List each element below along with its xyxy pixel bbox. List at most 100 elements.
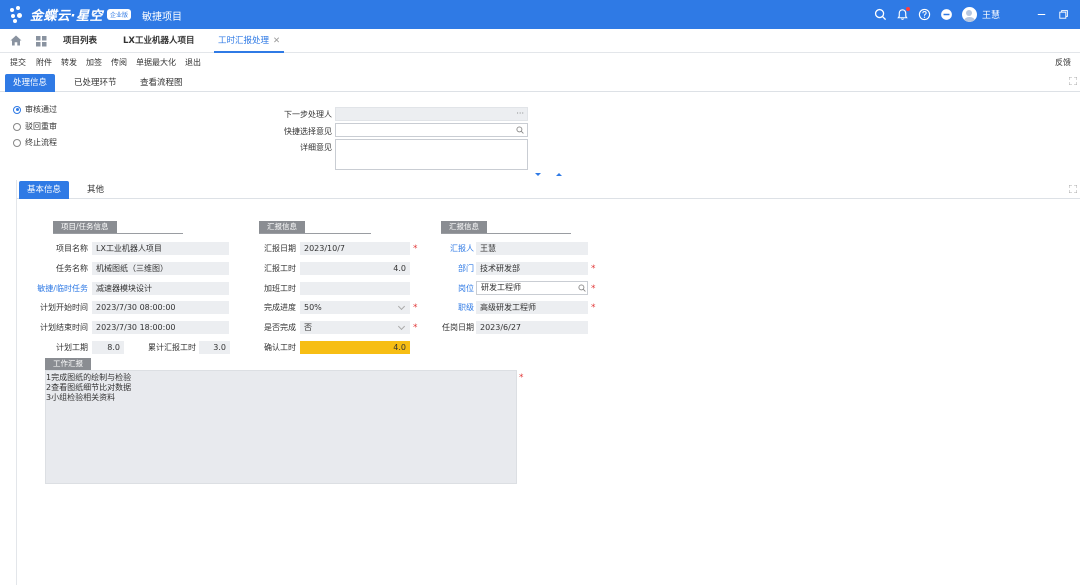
detail-opinion-label: 详细意见 <box>300 143 332 152</box>
search-icon[interactable] <box>870 0 892 29</box>
tab-flow-chart[interactable]: 查看流程图 <box>132 74 191 92</box>
plan-end-value: 2023/7/30 18:00:00 <box>92 321 229 334</box>
next-handler-field[interactable]: ··· <box>335 107 528 121</box>
required-mark: * <box>519 373 524 383</box>
help-icon[interactable] <box>914 0 936 29</box>
brand-logo[interactable]: 金蝶云·星空 企业版 <box>8 5 131 24</box>
total-hours-label: 累计汇报工时 <box>148 343 196 352</box>
project-name-label: 项目名称 <box>56 244 88 253</box>
position-field[interactable]: 研发工程师 <box>476 281 588 295</box>
required-mark: * <box>591 284 596 294</box>
collapse-up-icon[interactable] <box>556 173 562 176</box>
radio-reject-dot[interactable] <box>13 122 21 131</box>
tab-process-info[interactable]: 处理信息 <box>5 74 56 92</box>
done-select[interactable]: 否 <box>300 321 410 334</box>
radio-terminate-label: 终止流程 <box>25 138 57 147</box>
user-name[interactable]: 王慧 <box>982 8 1000 21</box>
group-underline <box>53 233 183 234</box>
left-divider <box>16 180 17 585</box>
radio-reject-label: 驳回重审 <box>25 122 57 131</box>
close-icon[interactable]: ✕ <box>273 36 280 46</box>
rank-label[interactable]: 职级 <box>430 302 474 313</box>
group-reporter-title: 汇报信息 <box>441 221 487 233</box>
expand-icon[interactable] <box>1069 77 1077 85</box>
tab-robot-project[interactable]: LX工业机器人项目 <box>123 29 194 53</box>
radio-terminate-dot[interactable] <box>13 138 21 147</box>
restore-icon[interactable] <box>1052 0 1074 29</box>
submit-button[interactable]: 提交 <box>10 57 26 68</box>
logo-badge: 企业版 <box>106 9 131 20</box>
header-icons: 王慧 <box>870 0 1080 29</box>
report-hours-value: 4.0 <box>300 262 410 275</box>
report-date-label: 汇报日期 <box>264 244 296 253</box>
dept-label[interactable]: 部门 <box>430 263 474 274</box>
work-report-line: 3小组检验相关资料 <box>46 393 116 402</box>
minimize-icon[interactable] <box>1030 0 1052 29</box>
plan-hours-label: 计划工期 <box>56 343 88 352</box>
logo-dots-icon <box>8 5 28 24</box>
group-underline <box>441 233 571 234</box>
avatar[interactable] <box>961 7 977 22</box>
agile-task-value: 减速器模块设计 <box>92 282 229 295</box>
search-icon[interactable] <box>516 126 524 134</box>
grid-menu-icon[interactable] <box>36 36 47 47</box>
tab-work-report[interactable]: 工时汇报处理 ✕ <box>214 29 285 53</box>
radio-approve-label: 审核通过 <box>25 105 57 114</box>
page-tab-bar: 项目列表 LX工业机器人项目 工时汇报处理 ✕ <box>0 29 1080 53</box>
tab-other[interactable]: 其他 <box>79 181 112 199</box>
required-mark: * <box>591 264 596 274</box>
app-title[interactable]: 敏捷项目 <box>142 8 182 23</box>
exit-button[interactable]: 退出 <box>185 57 201 68</box>
progress-label: 完成进度 <box>264 303 296 312</box>
inner-tabs: 基本信息 其他 <box>17 180 1080 199</box>
process-tabs: 处理信息 已处理环节 查看流程图 <box>0 72 1080 92</box>
tab-project-list[interactable]: 项目列表 <box>63 29 97 53</box>
group-report-title: 汇报信息 <box>259 221 305 233</box>
search-icon[interactable] <box>578 284 586 292</box>
attachment-button[interactable]: 附件 <box>36 57 52 68</box>
feedback-button[interactable]: 反馈 <box>1055 57 1071 68</box>
done-label: 是否完成 <box>264 323 296 332</box>
overtime-value <box>300 282 410 295</box>
home-icon[interactable] <box>10 35 22 46</box>
radio-reject[interactable]: 驳回重审 <box>13 121 57 132</box>
tab-work-report-label: 工时汇报处理 <box>218 36 270 46</box>
radio-approve-dot[interactable] <box>13 105 21 114</box>
bell-icon[interactable] <box>892 0 914 29</box>
circulate-button[interactable]: 传阅 <box>111 57 127 68</box>
add-sign-button[interactable]: 加签 <box>86 57 102 68</box>
plan-end-label: 计划结束时间 <box>40 323 88 332</box>
position-label[interactable]: 岗位 <box>430 283 474 294</box>
agile-task-label[interactable]: 敏捷/临时任务 <box>28 283 88 294</box>
reporter-value: 王慧 <box>476 242 588 255</box>
tab-processed-steps[interactable]: 已处理环节 <box>66 74 125 92</box>
detail-opinion-textarea[interactable] <box>335 139 528 170</box>
confirm-hours-value[interactable]: 4.0 <box>300 341 410 354</box>
reporter-label[interactable]: 汇报人 <box>430 243 474 254</box>
more-dots-icon[interactable]: ··· <box>516 107 524 120</box>
plan-start-label: 计划开始时间 <box>40 303 88 312</box>
tab-basic-info[interactable]: 基本信息 <box>19 181 70 199</box>
minus-circle-icon[interactable] <box>936 0 958 29</box>
required-mark: * <box>413 323 418 333</box>
forward-button[interactable]: 转发 <box>61 57 77 68</box>
required-mark: * <box>413 244 418 254</box>
required-mark: * <box>591 303 596 313</box>
overtime-label: 加班工时 <box>264 284 296 293</box>
plan-start-value: 2023/7/30 08:00:00 <box>92 301 229 314</box>
hire-date-value: 2023/6/27 <box>476 321 588 334</box>
group-underline <box>259 233 371 234</box>
radio-approve[interactable]: 审核通过 <box>13 104 57 115</box>
required-mark: * <box>413 303 418 313</box>
radio-terminate[interactable]: 终止流程 <box>13 137 57 148</box>
expand-icon[interactable] <box>1069 185 1077 193</box>
quick-opinion-field[interactable] <box>335 123 528 137</box>
collapse-down-icon[interactable] <box>535 173 541 176</box>
progress-select[interactable]: 50% <box>300 301 410 314</box>
maximize-button[interactable]: 单据最大化 <box>136 57 176 68</box>
action-toolbar: 提交 附件 转发 加签 传阅 单据最大化 退出 反馈 <box>0 53 1080 71</box>
task-name-value: 机械图纸（三维图） <box>92 262 229 275</box>
report-date-value: 2023/10/7 <box>300 242 410 255</box>
rank-value: 高级研发工程师 <box>476 301 588 314</box>
report-hours-label: 汇报工时 <box>264 264 296 273</box>
